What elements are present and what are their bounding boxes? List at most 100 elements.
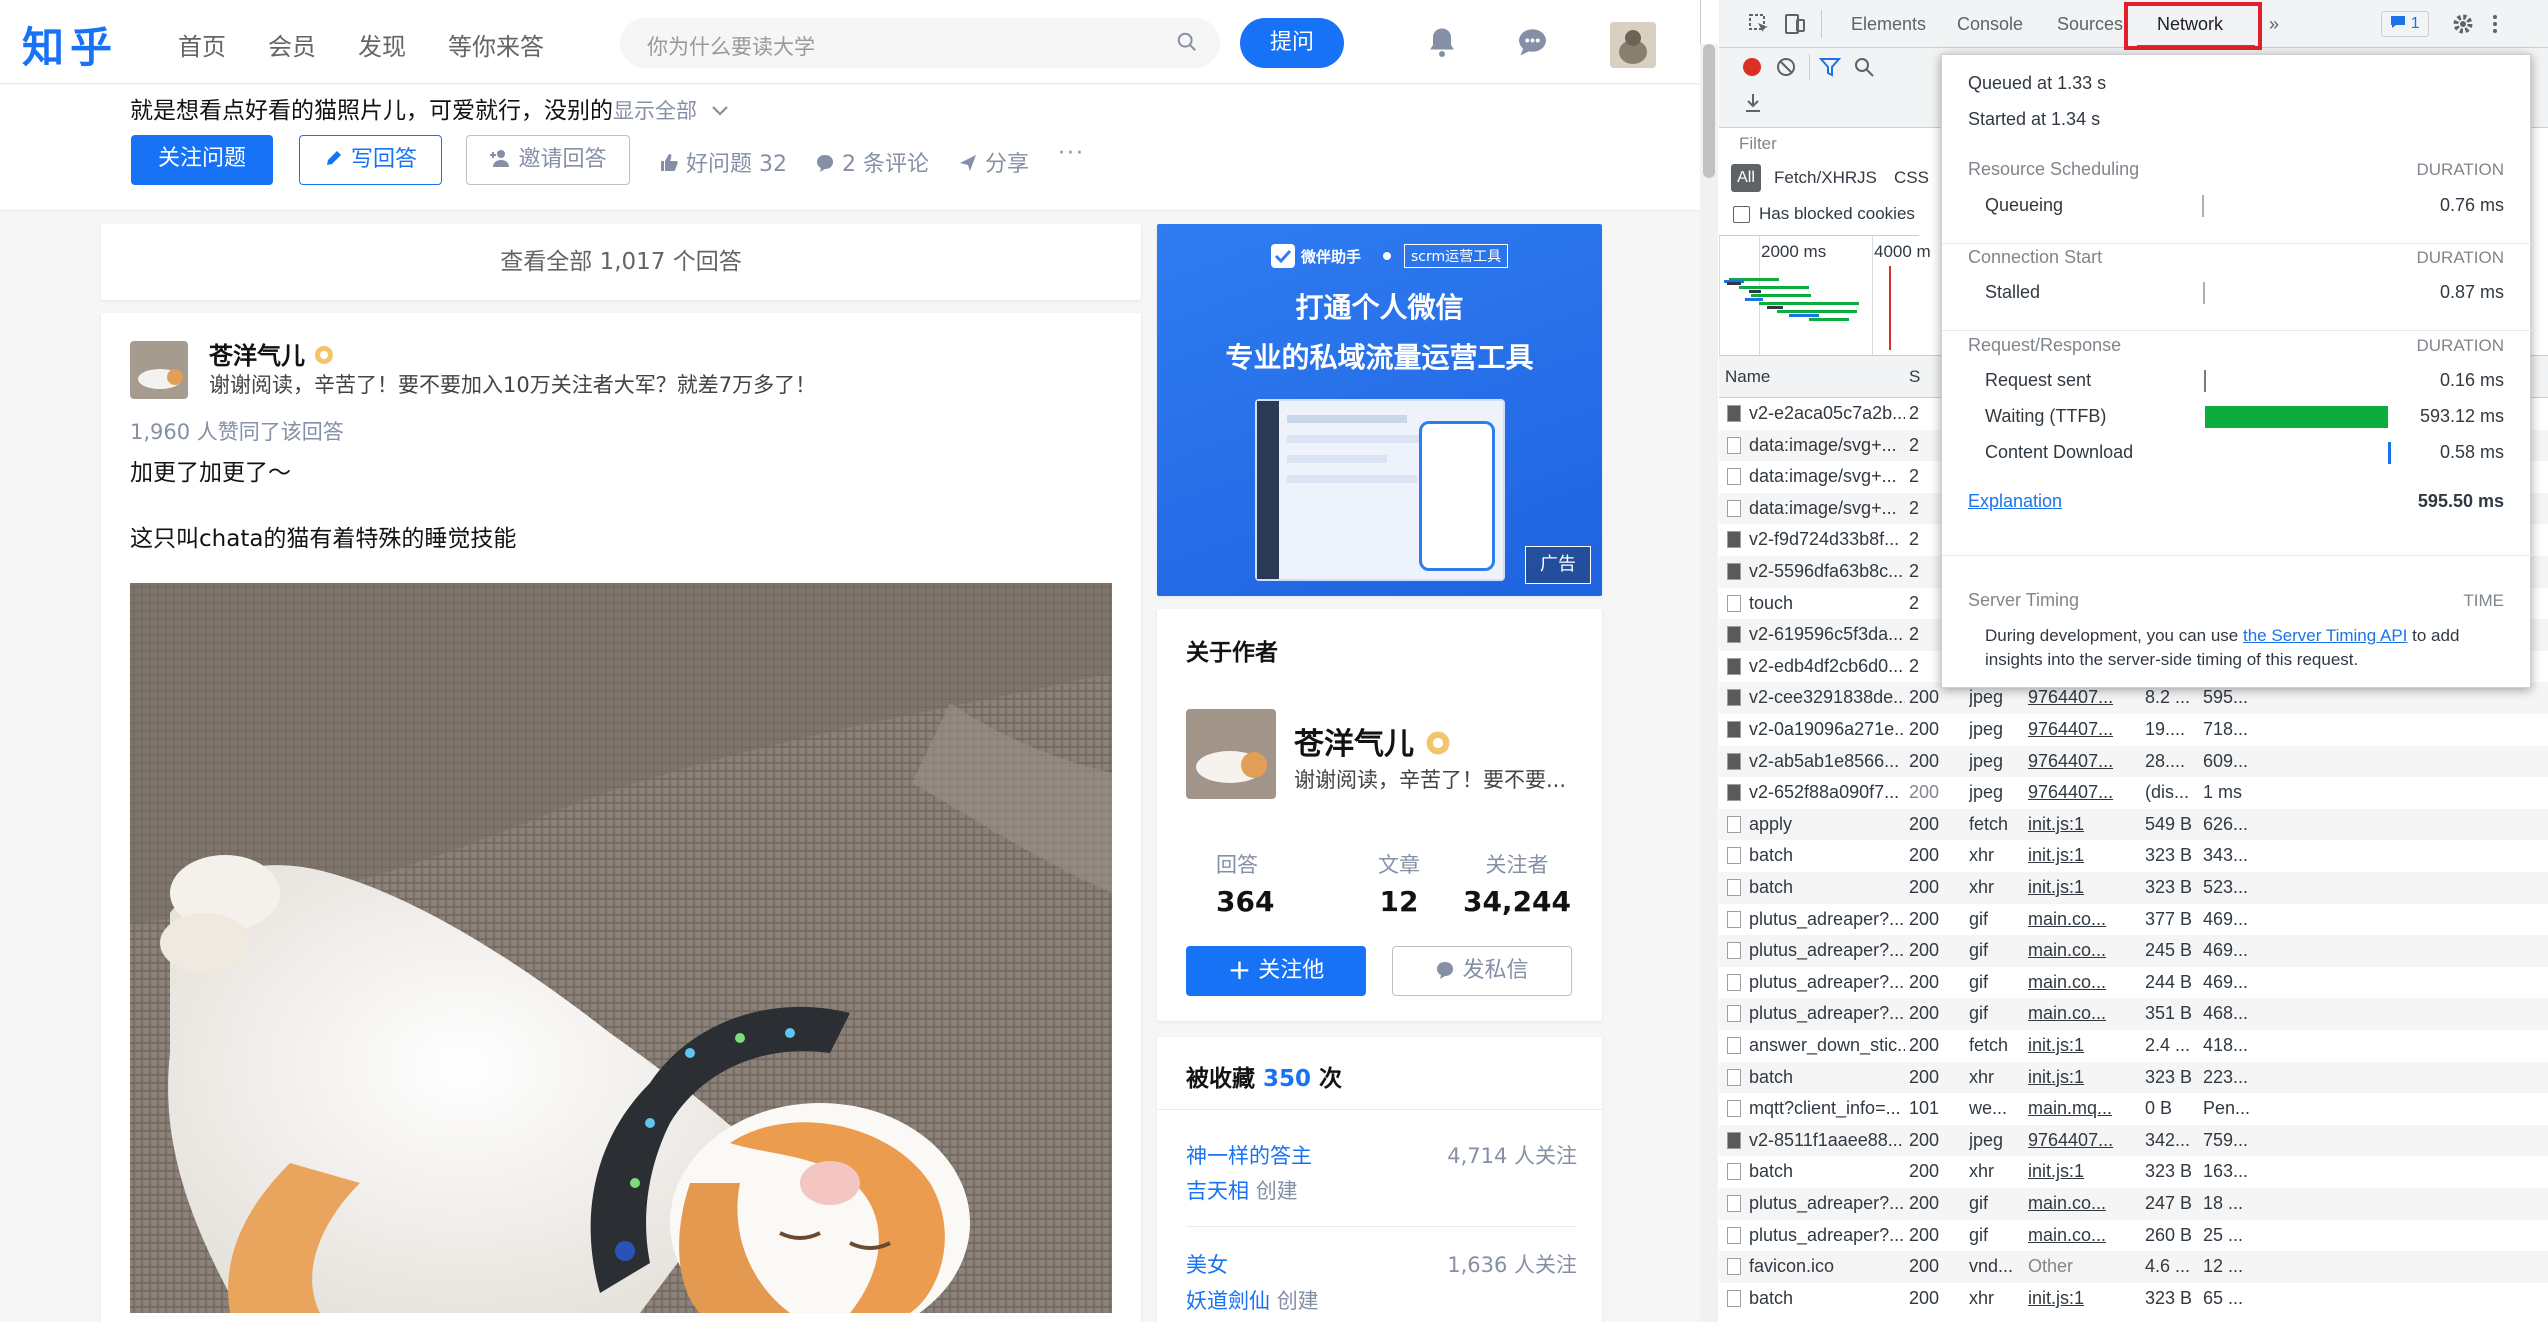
request-name[interactable]: plutus_adreaper?...: [1749, 1188, 1905, 1219]
record-icon[interactable]: [1741, 56, 1763, 78]
filter-input[interactable]: Filter: [1739, 134, 1777, 154]
more-tabs-button[interactable]: »: [2269, 14, 2279, 35]
request-init[interactable]: init.js:1: [2028, 1030, 2120, 1061]
request-init[interactable]: init.js:1: [2028, 1283, 2120, 1314]
request-name[interactable]: answer_down_stic...: [1749, 1030, 1905, 1061]
request-init[interactable]: main.co...: [2028, 998, 2120, 1029]
request-name[interactable]: data:image/svg+...: [1749, 493, 1905, 524]
stat-followers[interactable]: 关注者 34,244: [1457, 849, 1577, 918]
request-name[interactable]: plutus_adreaper?...: [1749, 904, 1905, 935]
request-row[interactable]: batch 200 xhr init.js:1 323 B 343...: [1719, 840, 2548, 872]
write-answer-button[interactable]: 写回答: [299, 135, 442, 185]
request-name[interactable]: v2-edb4df2cb6d0...: [1749, 651, 1905, 682]
request-name[interactable]: batch: [1749, 1156, 1905, 1187]
zhihu-logo[interactable]: 知乎: [22, 14, 118, 75]
request-row[interactable]: v2-0a19096a271e... 200 jpeg 9764407... 19...…: [1719, 714, 2548, 746]
request-name[interactable]: mqtt?client_info=...: [1749, 1093, 1905, 1124]
request-name[interactable]: v2-0a19096a271e...: [1749, 714, 1905, 745]
request-row[interactable]: favicon.ico 200 vnd... Other 4.6 ... 12 ...: [1719, 1251, 2548, 1283]
explanation-link[interactable]: Explanation: [1968, 491, 2062, 512]
search-icon[interactable]: [1853, 56, 1875, 78]
request-init[interactable]: main.co...: [2028, 904, 2120, 935]
chevron-down-icon[interactable]: [710, 104, 730, 118]
request-row[interactable]: v2-8511f1aaee88... 200 jpeg 9764407... 342..…: [1719, 1124, 2548, 1157]
send-message-button[interactable]: 发私信: [1392, 946, 1572, 996]
filter-icon[interactable]: [1819, 56, 1841, 78]
request-name[interactable]: v2-e2aca05c7a2b...: [1749, 398, 1905, 429]
column-status[interactable]: S: [1909, 367, 1920, 387]
author-name[interactable]: 苍洋气儿: [1294, 719, 1452, 763]
request-name[interactable]: v2-ab5ab1e8566...: [1749, 746, 1905, 777]
request-init[interactable]: main.co...: [2028, 1220, 2120, 1251]
filter-type-fetch-xhr[interactable]: Fetch/XHR: [1774, 168, 1857, 188]
request-name[interactable]: batch: [1749, 872, 1905, 903]
device-toolbar-icon[interactable]: [1783, 12, 1807, 36]
search-input[interactable]: 你为什么要读大学: [647, 31, 815, 61]
request-init[interactable]: init.js:1: [2028, 809, 2120, 840]
request-name[interactable]: plutus_adreaper?...: [1749, 1220, 1905, 1251]
request-name[interactable]: v2-619596c5f3da...: [1749, 619, 1905, 650]
nav-waiting-answer[interactable]: 等你来答: [448, 27, 544, 62]
search-icon[interactable]: [1176, 31, 1198, 53]
search-box[interactable]: 你为什么要读大学: [620, 18, 1220, 68]
request-name[interactable]: plutus_adreaper?...: [1749, 935, 1905, 966]
gear-icon[interactable]: [2451, 12, 2475, 36]
request-row[interactable]: plutus_adreaper?... 200 gif main.co... 245 B…: [1719, 935, 2548, 967]
request-name[interactable]: batch: [1749, 1283, 1905, 1314]
request-init[interactable]: main.co...: [2028, 935, 2120, 966]
filter-type-css[interactable]: CSS: [1894, 168, 1929, 188]
request-init[interactable]: main.co...: [2028, 1188, 2120, 1219]
ad-banner[interactable]: 微伴助手 scrm运营工具 打通个人微信 专业的私域流量运营工具 广告: [1157, 224, 1602, 596]
author-avatar[interactable]: [1186, 709, 1276, 799]
favorite-creator-link[interactable]: 妖道劍仙: [1186, 1289, 1270, 1313]
share-button[interactable]: 分享: [958, 146, 1029, 178]
tab-elements[interactable]: Elements: [1851, 14, 1926, 35]
request-row[interactable]: plutus_adreaper?... 200 gif main.co... 260 B…: [1719, 1220, 2548, 1252]
request-row[interactable]: plutus_adreaper?... 200 gif main.co... 247 B…: [1719, 1188, 2548, 1220]
request-name[interactable]: favicon.ico: [1749, 1251, 1905, 1282]
cat-photo[interactable]: [130, 583, 1112, 1313]
request-name[interactable]: apply: [1749, 809, 1905, 840]
request-row[interactable]: v2-652f88a090f7... 200 jpeg 9764407... (dis.…: [1719, 777, 2548, 809]
bell-icon[interactable]: [1424, 24, 1460, 60]
request-init[interactable]: init.js:1: [2028, 1062, 2120, 1093]
ask-question-button[interactable]: 提问: [1240, 18, 1344, 68]
request-name[interactable]: batch: [1749, 840, 1905, 871]
request-name[interactable]: batch: [1749, 1062, 1905, 1093]
request-row[interactable]: v2-ab5ab1e8566... 200 jpeg 9764407... 28....…: [1719, 745, 2548, 778]
request-name[interactable]: data:image/svg+...: [1749, 430, 1905, 461]
user-avatar[interactable]: [1610, 22, 1656, 68]
request-init[interactable]: Other: [2028, 1251, 2120, 1282]
good-question-button[interactable]: 好问题 32: [659, 146, 787, 178]
request-row[interactable]: plutus_adreaper?... 200 gif main.co... 377 B…: [1719, 904, 2548, 936]
nav-discover[interactable]: 发现: [358, 27, 406, 62]
request-name[interactable]: v2-5596dfa63b8c...: [1749, 556, 1905, 587]
answer-author-avatar[interactable]: [130, 341, 188, 399]
request-init[interactable]: init.js:1: [2028, 1156, 2120, 1187]
scrollbar-thumb[interactable]: [1703, 44, 1715, 178]
comments-button[interactable]: 2 条评论: [815, 146, 929, 178]
filter-type-js[interactable]: JS: [1857, 168, 1877, 188]
request-name[interactable]: plutus_adreaper?...: [1749, 967, 1905, 998]
request-row[interactable]: answer_down_stic... 200 fetch init.js:1 2.4 …: [1719, 1030, 2548, 1062]
request-name[interactable]: v2-cee3291838de...: [1749, 682, 1905, 713]
nav-vip[interactable]: 会员: [268, 27, 316, 62]
request-row[interactable]: plutus_adreaper?... 200 gif main.co... 244 B…: [1719, 967, 2548, 999]
request-init[interactable]: 9764407...: [2028, 777, 2120, 808]
request-init[interactable]: init.js:1: [2028, 872, 2120, 903]
request-name[interactable]: plutus_adreaper?...: [1749, 998, 1905, 1029]
request-init[interactable]: main.mq...: [2028, 1093, 2120, 1124]
filter-type-all[interactable]: All: [1731, 164, 1761, 192]
request-row[interactable]: plutus_adreaper?... 200 gif main.co... 351 B…: [1719, 998, 2548, 1030]
message-icon[interactable]: [1516, 24, 1552, 60]
inspect-element-icon[interactable]: [1747, 12, 1771, 36]
request-row[interactable]: batch 200 xhr init.js:1 323 B 65 ...: [1719, 1283, 2548, 1315]
request-init[interactable]: main.co...: [2028, 967, 2120, 998]
tab-sources[interactable]: Sources: [2057, 14, 2123, 35]
request-name[interactable]: data:image/svg+...: [1749, 461, 1905, 492]
page-scrollbar[interactable]: [1700, 44, 1718, 1322]
request-row[interactable]: mqtt?client_info=... 101 we... main.mq... 0 …: [1719, 1093, 2548, 1125]
favorite-collection-link[interactable]: 美女: [1186, 1249, 1228, 1279]
request-row[interactable]: batch 200 xhr init.js:1 323 B 163...: [1719, 1156, 2548, 1188]
request-init[interactable]: 9764407...: [2028, 746, 2120, 777]
